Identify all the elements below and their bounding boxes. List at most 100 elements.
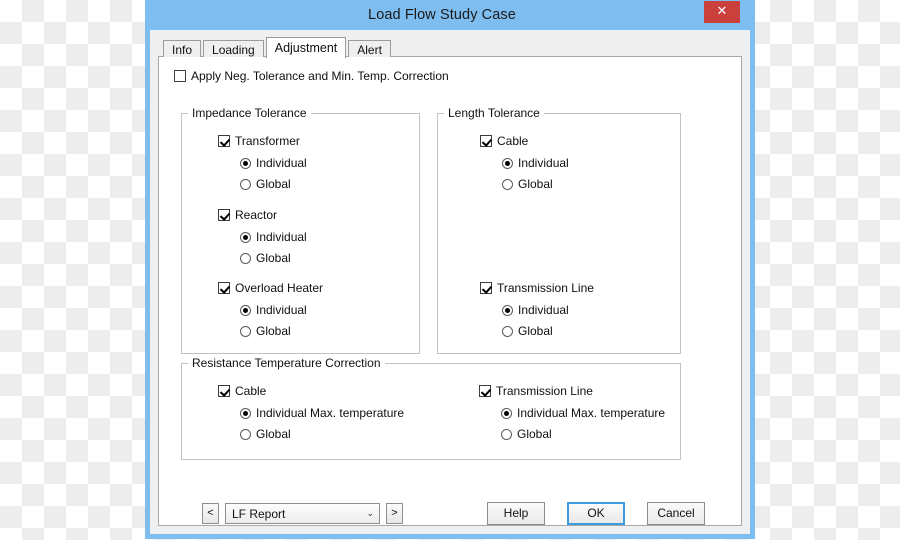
radio-rtc-cable-individual-max-temperature[interactable]: Individual Max. temperature [240, 406, 404, 420]
group-impedance-tolerance: Impedance Tolerance Transformer Individu… [181, 106, 420, 354]
checkbox-reactor[interactable]: Reactor [218, 208, 307, 222]
length-transmission-line-options: Individual Global [502, 303, 594, 338]
checkbox-icon [174, 70, 186, 82]
radio-icon [501, 428, 512, 440]
checkbox-transformer[interactable]: Transformer [218, 134, 307, 148]
report-select[interactable]: LF Report ⌄ [225, 503, 380, 524]
impedance-overload-heater-options: Individual Global [240, 303, 323, 338]
radio-length-transmission-line-individual[interactable]: Individual [502, 303, 594, 317]
checkbox-rtc-cable[interactable]: Cable [218, 384, 404, 398]
tab-alert[interactable]: Alert [348, 40, 391, 57]
radio-length-transmission-line-global[interactable]: Global [502, 324, 594, 338]
tab-strip: Info Loading Adjustment Alert [163, 36, 742, 58]
close-icon[interactable]: ✕ [704, 1, 740, 23]
dialog-window: Load Flow Study Case ✕ Info Loading Adju… [145, 0, 755, 539]
radio-rtc-transmission-line-individual-label: Individual Max. temperature [517, 406, 666, 420]
radio-icon [240, 428, 251, 440]
radio-length-cable-individual[interactable]: Individual [502, 156, 569, 170]
radio-length-cable-global[interactable]: Global [502, 177, 569, 191]
group-impedance-title: Impedance Tolerance [188, 106, 311, 120]
title-bar: Load Flow Study Case ✕ [145, 0, 755, 30]
radio-reactor-global[interactable]: Global [240, 251, 307, 265]
chevron-down-icon: ⌄ [366, 508, 374, 519]
apply-neg-tolerance-label: Apply Neg. Tolerance and Min. Temp. Corr… [191, 69, 449, 83]
checkbox-rtc-transmission-line[interactable]: Transmission Line [479, 384, 665, 398]
rtc-cable-options: Individual Max. temperature Global [240, 406, 404, 441]
checkbox-reactor-label: Reactor [235, 208, 278, 222]
impedance-reactor-options: Individual Global [240, 230, 307, 265]
group-length-title: Length Tolerance [444, 106, 544, 120]
checkbox-overload-heater-label: Overload Heater [235, 281, 324, 295]
checkbox-length-cable-label: Cable [497, 134, 529, 148]
impedance-transformer-block: Transformer Individual Global [218, 134, 307, 198]
radio-icon [501, 407, 512, 419]
action-button-group: Help OK Cancel [487, 502, 705, 525]
checkbox-length-transmission-line-label: Transmission Line [497, 281, 594, 295]
checkbox-icon [218, 209, 230, 221]
radio-icon [502, 178, 513, 190]
group-length-tolerance: Length Tolerance Cable Individual Global… [437, 106, 681, 354]
tab-loading[interactable]: Loading [203, 40, 264, 57]
radio-overload-heater-global-label: Global [256, 324, 291, 338]
radio-transformer-global-label: Global [256, 177, 291, 191]
radio-icon [240, 252, 251, 264]
checkbox-icon [480, 282, 492, 294]
radio-icon [240, 231, 251, 243]
radio-icon [502, 325, 513, 337]
length-cable-options: Individual Global [502, 156, 569, 191]
radio-icon [240, 157, 251, 169]
radio-transformer-individual-label: Individual [256, 156, 307, 170]
radio-rtc-cable-global-label: Global [256, 427, 291, 441]
report-nav-group: < LF Report ⌄ > [202, 503, 403, 524]
radio-icon [502, 304, 513, 316]
length-cable-block: Cable Individual Global [480, 134, 569, 198]
checkbox-icon [479, 385, 491, 397]
rtc-transmission-line-block: Transmission Line Individual Max. temper… [479, 384, 665, 448]
radio-length-cable-individual-label: Individual [518, 156, 569, 170]
apply-neg-tolerance-checkbox[interactable]: Apply Neg. Tolerance and Min. Temp. Corr… [174, 69, 449, 83]
radio-overload-heater-global[interactable]: Global [240, 324, 323, 338]
help-button[interactable]: Help [487, 502, 545, 525]
tab-info[interactable]: Info [163, 40, 202, 57]
radio-icon [502, 157, 513, 169]
radio-transformer-global[interactable]: Global [240, 177, 307, 191]
radio-icon [240, 178, 251, 190]
radio-icon [240, 407, 251, 419]
dialog-body: Info Loading Adjustment Alert Apply Neg.… [150, 30, 750, 534]
checkbox-icon [218, 282, 230, 294]
checkbox-rtc-transmission-line-label: Transmission Line [496, 384, 593, 398]
adjustment-panel: Apply Neg. Tolerance and Min. Temp. Corr… [158, 56, 742, 526]
rtc-transmission-line-options: Individual Max. temperature Global [501, 406, 665, 441]
checkbox-rtc-cable-label: Cable [235, 384, 267, 398]
radio-overload-heater-individual-label: Individual [256, 303, 307, 317]
radio-rtc-cable-global[interactable]: Global [240, 427, 404, 441]
checkbox-transformer-label: Transformer [235, 134, 300, 148]
radio-length-transmission-line-global-label: Global [518, 324, 553, 338]
checkbox-icon [218, 135, 230, 147]
radio-rtc-transmission-line-individual-max-temperature[interactable]: Individual Max. temperature [501, 406, 665, 420]
radio-icon [240, 304, 251, 316]
checkbox-overload-heater[interactable]: Overload Heater [218, 281, 323, 295]
tab-adjustment[interactable]: Adjustment [265, 37, 347, 58]
ok-button[interactable]: OK [567, 502, 625, 525]
radio-rtc-transmission-line-global[interactable]: Global [501, 427, 665, 441]
cancel-button[interactable]: Cancel [647, 502, 705, 525]
group-resistance-temperature-correction: Resistance Temperature Correction Cable … [181, 356, 681, 460]
radio-reactor-individual-label: Individual [256, 230, 307, 244]
prev-report-button[interactable]: < [202, 503, 219, 524]
radio-reactor-individual[interactable]: Individual [240, 230, 307, 244]
checkbox-length-transmission-line[interactable]: Transmission Line [480, 281, 594, 295]
radio-length-transmission-line-individual-label: Individual [518, 303, 569, 317]
checkbox-icon [480, 135, 492, 147]
next-report-button[interactable]: > [386, 503, 403, 524]
impedance-transformer-options: Individual Global [240, 156, 307, 191]
radio-reactor-global-label: Global [256, 251, 291, 265]
dialog-footer: < LF Report ⌄ > Help OK Cancel [159, 497, 741, 537]
checkbox-length-cable[interactable]: Cable [480, 134, 569, 148]
window-title: Load Flow Study Case [368, 7, 516, 23]
checkbox-icon [218, 385, 230, 397]
radio-transformer-individual[interactable]: Individual [240, 156, 307, 170]
radio-overload-heater-individual[interactable]: Individual [240, 303, 323, 317]
impedance-reactor-block: Reactor Individual Global [218, 208, 307, 272]
radio-icon [240, 325, 251, 337]
